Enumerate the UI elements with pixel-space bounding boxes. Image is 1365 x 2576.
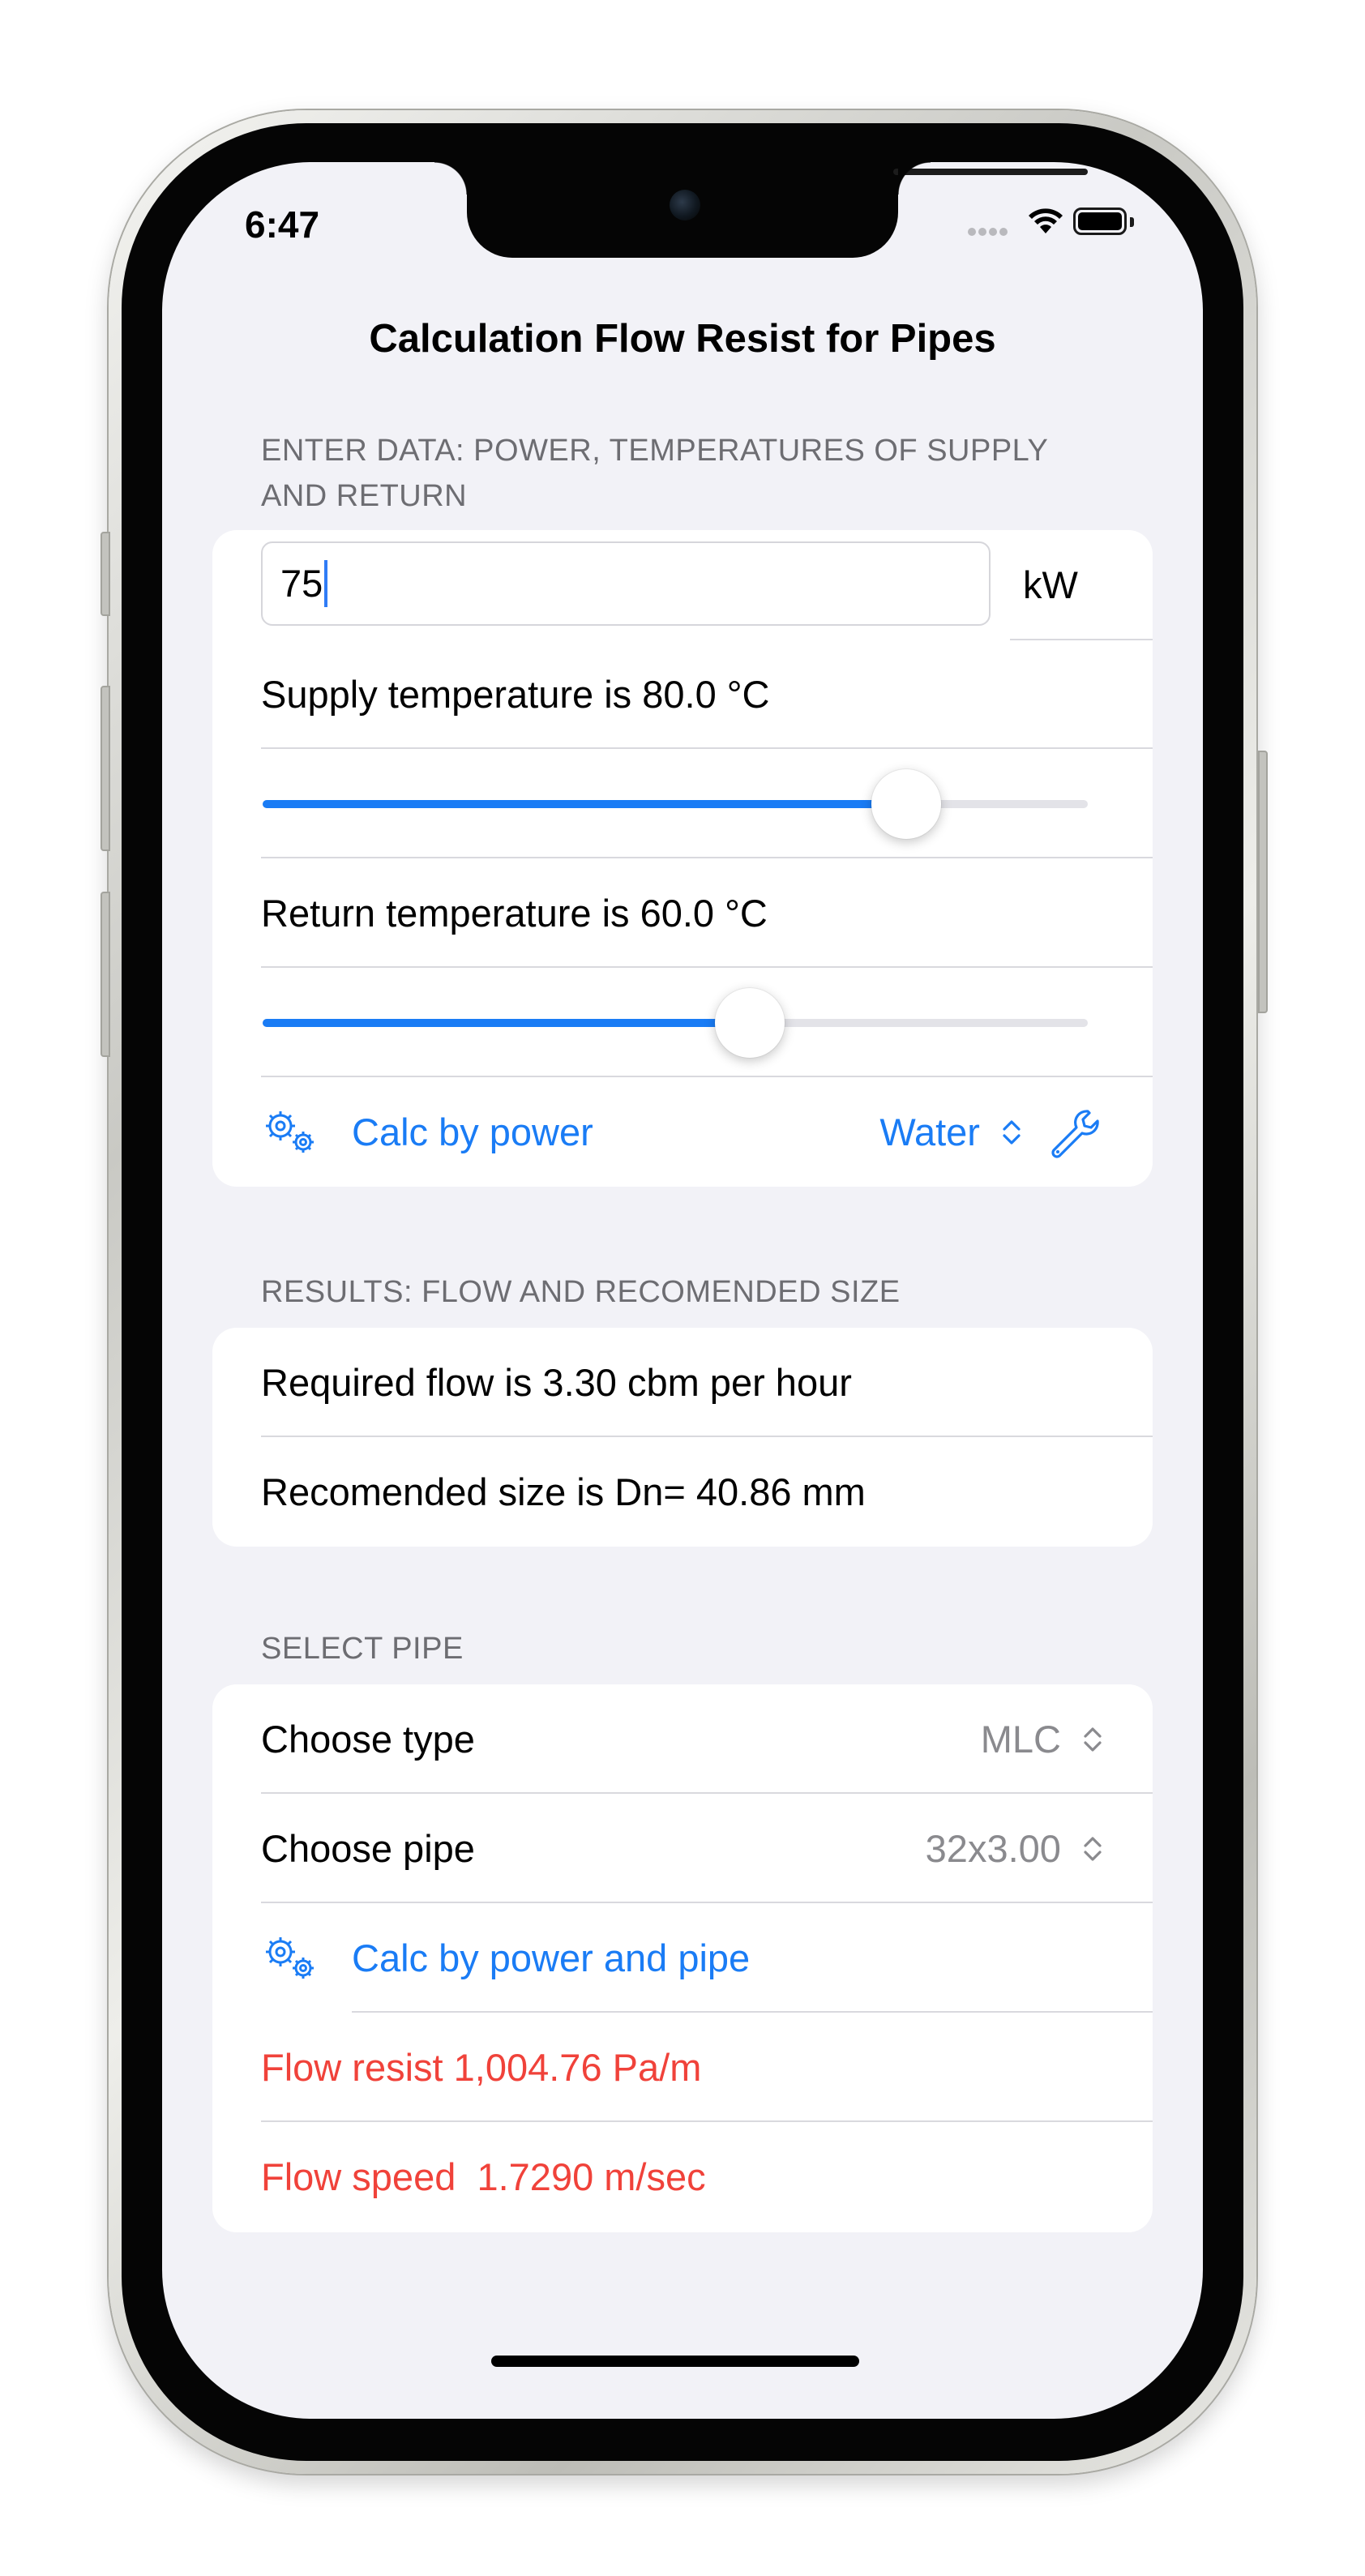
power-button (1258, 751, 1268, 1013)
supply-temperature-label: Supply temperature is 80.0 °C (261, 673, 770, 716)
return-slider-row (212, 968, 1153, 1077)
results-card: Required flow is 3.30 cbm per hour Recom… (212, 1328, 1153, 1547)
recommended-size-text: Recomended size is Dn= 40.86 mm (261, 1470, 866, 1513)
input-card: 75 kW Supply temperature is 80.0 °C Retu… (212, 530, 1153, 1187)
type-picker[interactable]: MLC (981, 1684, 1104, 1794)
return-slider-thumb[interactable] (714, 988, 785, 1058)
choose-type-row[interactable]: Choose type MLC (212, 1684, 1153, 1794)
signal-dots-icon (968, 225, 1010, 240)
supply-slider-row (212, 749, 1153, 858)
size-row: Recomended size is Dn= 40.86 mm (212, 1437, 1153, 1547)
supply-slider-fill (263, 800, 907, 808)
power-input[interactable]: 75 (261, 541, 991, 626)
choose-type-label: Choose type (261, 1718, 475, 1761)
flow-resist-row: Flow resist 1,004.76 Pa/m (212, 2013, 1153, 2122)
fluid-picker-value: Water (879, 1110, 980, 1153)
volume-up-button (101, 686, 110, 851)
power-input-value: 75 (280, 562, 323, 605)
power-unit: kW (1023, 563, 1078, 606)
pipe-card: Choose type MLC Choose pipe 32x3.00 Calc… (212, 1684, 1153, 2232)
pipe-picker-value: 32x3.00 (925, 1827, 1061, 1870)
front-camera (670, 190, 700, 220)
return-slider-fill (263, 1019, 750, 1027)
supply-label-row: Supply temperature is 80.0 °C (212, 640, 1153, 749)
supply-slider-thumb[interactable] (871, 769, 942, 839)
supply-temperature-slider[interactable] (263, 769, 1088, 839)
power-row: 75 kW (212, 530, 1153, 640)
calc-by-power-and-pipe-button[interactable]: Calc by power and pipe (352, 1903, 750, 2013)
chevron-updown-icon (1003, 1119, 1021, 1145)
calc-pipe-row: Calc by power and pipe (212, 1903, 1153, 2013)
status-indicators (968, 204, 1146, 240)
results-section-header: RESULTS: FLOW AND RECOMENDED SIZE (261, 1275, 901, 1309)
chevron-updown-icon (1084, 1727, 1102, 1752)
wifi-icon (1029, 208, 1063, 233)
return-temperature-label: Return temperature is 60.0 °C (261, 892, 768, 935)
text-caret (324, 559, 328, 607)
page-title: Calculation Flow Resist for Pipes (369, 317, 996, 361)
flow-row: Required flow is 3.30 cbm per hour (212, 1328, 1153, 1437)
calc-by-power-button[interactable]: Calc by power (352, 1077, 593, 1187)
volume-down-button (101, 892, 110, 1057)
input-section-header: ENTER DATA: POWER, TEMPERATURES OF SUPPL… (261, 434, 1048, 513)
wrench-icon[interactable] (1047, 1106, 1101, 1160)
flow-speed-row: Flow speed 1.7290 m/sec (212, 2122, 1153, 2232)
battery-tip (1130, 217, 1134, 227)
status-time: 6:47 (245, 203, 320, 246)
gears-icon (266, 1111, 314, 1153)
pipe-section-header: SELECT PIPE (261, 1632, 464, 1666)
phone-screen: 6:47 Calculation Flow Resist for Pipes E… (162, 162, 1203, 2419)
earpiece-speaker (893, 169, 1088, 175)
pipe-picker[interactable]: 32x3.00 (926, 1794, 1104, 1903)
gears-icon (266, 1937, 314, 1979)
calc-row: Calc by power Water (212, 1077, 1153, 1187)
return-temperature-slider[interactable] (263, 988, 1088, 1058)
required-flow-text: Required flow is 3.30 cbm per hour (261, 1361, 852, 1404)
return-label-row: Return temperature is 60.0 °C (212, 858, 1153, 968)
home-indicator[interactable] (491, 2356, 859, 2367)
notch (434, 162, 1088, 258)
type-picker-value: MLC (980, 1718, 1061, 1761)
fluid-picker[interactable]: Water (879, 1077, 1023, 1187)
flow-resist-text: Flow resist 1,004.76 Pa/m (261, 2046, 702, 2089)
battery-icon (1073, 208, 1127, 235)
chevron-updown-icon (1084, 1836, 1102, 1861)
choose-pipe-row[interactable]: Choose pipe 32x3.00 (212, 1794, 1153, 1903)
choose-pipe-label: Choose pipe (261, 1827, 475, 1870)
silent-switch (101, 532, 110, 616)
flow-speed-text: Flow speed 1.7290 m/sec (261, 2155, 706, 2198)
